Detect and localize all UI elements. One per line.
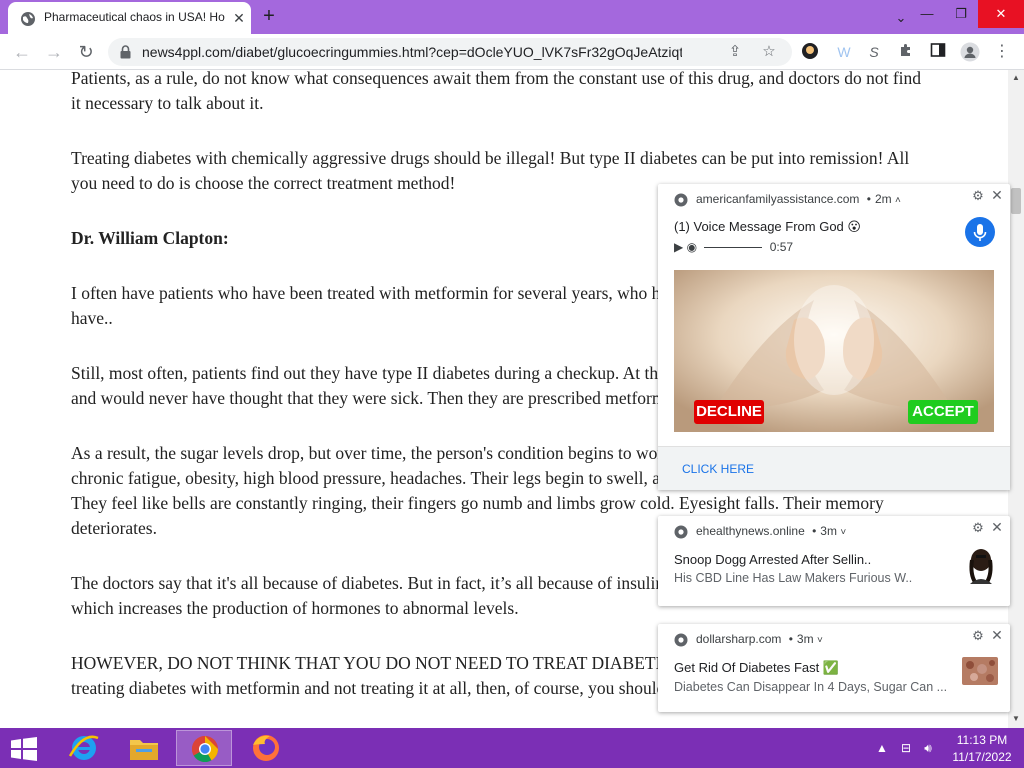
notification-body: Diabetes Can Disappear In 4 Days, Sugar … [674,680,948,694]
notification-header: ehealthynews.online • 3m ˅ [674,524,846,542]
play-icon[interactable]: ▶ [674,240,683,254]
chevron-down-icon[interactable]: ˅ [840,527,846,538]
network-icon[interactable]: ⊟ [898,740,914,756]
more-menu-icon[interactable]: ⋮ [992,42,1012,62]
windows-start-icon[interactable] [10,737,38,761]
notification-thumbnail [964,546,998,584]
notification-header: dollarsharp.com • 3m ˅ [674,632,823,650]
tab-strip: Pharmaceutical chaos in USA! Ho ✕ + ⌄ — … [0,0,1024,34]
close-tab-icon[interactable]: ✕ [230,9,248,27]
settings-gear-icon[interactable]: ⚙ [971,189,985,203]
bookmark-star-icon[interactable]: ☆ [760,43,778,61]
file-explorer-icon[interactable] [116,730,172,766]
share-icon[interactable]: ⇪ [726,43,744,61]
notification-title: (1) Voice Message From God 😮 [674,219,861,234]
notification-title: Snoop Dogg Arrested After Sellin.. [674,552,872,567]
tab-title: Pharmaceutical chaos in USA! Ho [44,10,225,24]
chrome-small-icon [674,525,688,539]
address-bar[interactable]: news4ppl.com/diabet/glucoecringummies.ht… [108,38,792,66]
url-text[interactable]: news4ppl.com/diabet/glucoecringummies.ht… [142,44,682,60]
show-hidden-icons-icon[interactable]: ▲ [874,740,890,756]
back-icon[interactable]: ← [10,40,34,64]
chrome-small-icon [674,193,688,207]
notification-thumbnail [962,657,998,685]
side-panel-icon[interactable] [928,42,948,62]
notification-body: His CBD Line Has Law Makers Furious W.. [674,571,913,585]
chrome-small-icon [674,633,688,647]
extension-s-icon[interactable]: S [864,42,884,62]
new-tab-icon[interactable]: + [258,6,280,28]
reload-icon[interactable]: ↻ [74,40,98,64]
scroll-up-arrow-icon[interactable]: ▲ [1012,74,1020,82]
settings-gear-icon[interactable]: ⚙ [971,629,985,643]
taskbar-clock-time[interactable]: 11:13 PM [952,733,1012,747]
audio-duration: 0:57 [769,240,794,254]
scrollbar-thumb[interactable] [1011,188,1021,214]
decline-button[interactable]: DECLINE [694,400,764,424]
accept-button[interactable]: ACCEPT [908,400,978,424]
restore-icon[interactable]: ❐ [944,0,978,28]
chrome-taskbar-icon[interactable] [176,730,232,766]
close-notification-icon[interactable]: ✕ [990,520,1004,534]
notification-news[interactable]: ehealthynews.online • 3m ˅ ⚙ ✕ Snoop Dogg… [658,516,1010,606]
notification-voice-message[interactable]: americanfamilyassistance.com • 2m ˄ ⚙ ✕ (… [658,184,1010,490]
windows-taskbar: ▲ ⊟ 🔊︎ 11:13 PM 11/17/2022 [0,728,1024,768]
extensions-puzzle-icon[interactable] [896,42,916,62]
scroll-down-arrow-icon[interactable]: ▼ [1012,715,1020,723]
article-paragraph: Patients, as a rule, do not know what co… [71,70,922,113]
close-window-icon[interactable]: ✕ [978,0,1024,28]
notification-source: dollarsharp.com [696,632,782,646]
notification-time: 3m [820,524,837,538]
close-notification-icon[interactable]: ✕ [990,188,1004,202]
browser-toolbar: ← → ↻ news4ppl.com/diabet/glucoecringumm… [0,34,1024,70]
audio-progress-line [704,247,763,249]
close-notification-icon[interactable]: ✕ [990,628,1004,642]
click-here-label: CLICK HERE [682,462,755,476]
click-here-button[interactable]: CLICK HERE [658,446,1010,490]
notification-time: 2m [874,192,892,206]
browser-tab[interactable]: Pharmaceutical chaos in USA! Ho ✕ [8,2,251,34]
notification-header: americanfamilyassistance.com • 2m ˄ [674,192,901,210]
notification-time: 3m [796,632,814,646]
praying-hands-image[interactable]: DECLINE ACCEPT [674,270,994,432]
forward-icon[interactable]: → [42,40,66,64]
profile-avatar-icon[interactable] [960,42,980,62]
lock-icon[interactable] [120,45,131,59]
globe-icon [21,12,35,26]
audio-player: ▶ ◉ 0:57 [674,240,793,254]
microphone-icon[interactable] [965,217,995,247]
firefox-icon[interactable] [238,730,294,766]
page-scrollbar[interactable]: ▲ ▼ [1008,70,1024,728]
minimize-icon[interactable]: — [910,0,944,28]
extension-avatar-icon[interactable] [800,42,820,62]
volume-icon[interactable]: 🔊︎ [920,740,936,756]
notification-source: ehealthynews.online [696,524,805,538]
settings-gear-icon[interactable]: ⚙ [971,521,985,535]
notification-title: Get Rid Of Diabetes Fast ✅ [674,660,840,675]
record-icon: ◉ [686,240,698,254]
taskbar-clock-date[interactable]: 11/17/2022 [948,750,1016,764]
chevron-up-icon[interactable]: ˄ [895,195,901,206]
notification-diabetes-ad[interactable]: dollarsharp.com • 3m ˅ ⚙ ✕ Get Rid Of Dia… [658,624,1010,712]
internet-explorer-icon[interactable] [56,730,112,766]
extension-w-icon[interactable]: W [834,42,854,62]
chevron-down-icon[interactable]: ˅ [817,635,823,646]
notification-source: americanfamilyassistance.com [696,192,860,206]
